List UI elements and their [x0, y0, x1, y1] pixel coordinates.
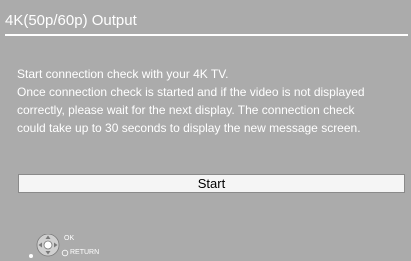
dialog-title: 4K(50p/60p) Output: [5, 12, 137, 29]
message-line: Once connection check is started and if …: [17, 85, 365, 99]
dialog-screen: 4K(50p/60p) Output Start connection chec…: [0, 0, 411, 261]
directional-pad-icon: [36, 234, 60, 257]
ok-hint-label: OK: [64, 235, 75, 242]
bullet-icon: [29, 254, 33, 258]
message-line: could take up to 30 seconds to display t…: [17, 121, 361, 135]
return-hint-label: RETURN: [70, 249, 100, 256]
message-line: Start connection check with your 4K TV.: [17, 67, 229, 81]
message-line: correctly, please wait for the next disp…: [17, 103, 355, 117]
return-circle-icon: [61, 249, 69, 257]
title-divider: [5, 34, 408, 36]
start-button[interactable]: Start: [18, 174, 405, 193]
dialog-message: Start connection check with your 4K TV. …: [17, 65, 409, 137]
nav-hint: OK RETURN: [28, 234, 108, 260]
